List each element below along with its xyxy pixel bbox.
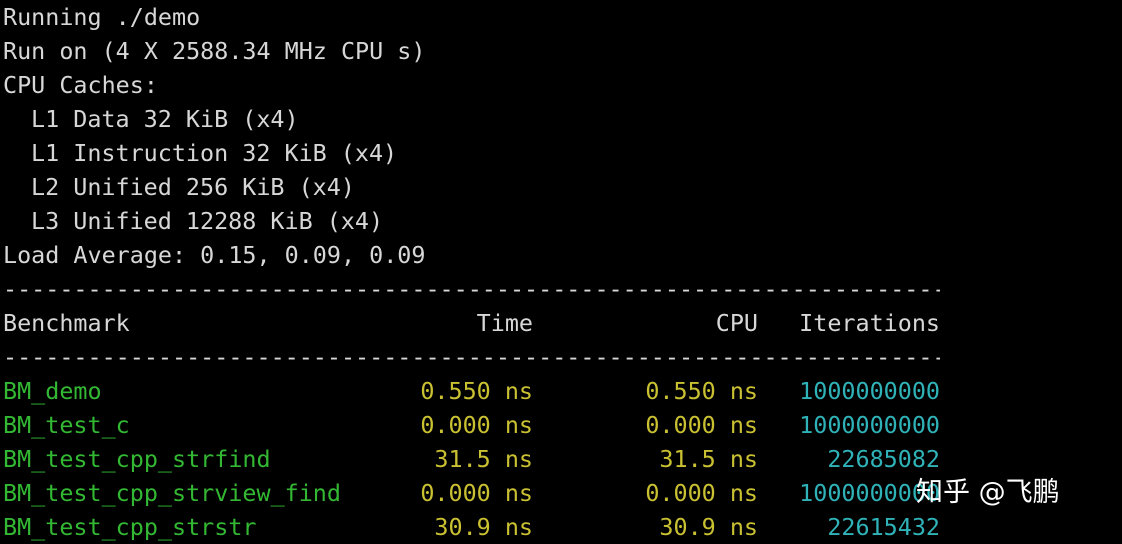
column-header-iterations: Iterations bbox=[799, 309, 940, 337]
separator-bottom: ----------------------------------------… bbox=[3, 343, 940, 371]
benchmark-name: BM_test_cpp_strstr bbox=[3, 513, 257, 541]
benchmark-iterations: 1000000000 bbox=[799, 377, 940, 405]
terminal-output: Running ./demo Run on (4 X 2588.34 MHz C… bbox=[3, 0, 1122, 542]
column-header-benchmark: Benchmark bbox=[3, 309, 130, 337]
benchmark-iterations: 22615432 bbox=[827, 513, 940, 541]
benchmark-time: 0.000 ns bbox=[420, 411, 533, 439]
benchmark-time: 31.5 ns bbox=[434, 445, 533, 473]
column-header-time: Time bbox=[476, 309, 533, 337]
benchmark-time: 0.000 ns bbox=[420, 479, 533, 507]
benchmark-time: 30.9 ns bbox=[434, 513, 533, 541]
benchmark-time: 0.550 ns bbox=[420, 377, 533, 405]
cache-l1-data: L1 Data 32 KiB (x4) bbox=[31, 105, 299, 133]
cache-l2-unified: L2 Unified 256 KiB (x4) bbox=[31, 173, 355, 201]
benchmark-name: BM_demo bbox=[3, 377, 102, 405]
benchmark-name: BM_test_cpp_strfind bbox=[3, 445, 271, 473]
benchmark-cpu: 0.000 ns bbox=[645, 479, 758, 507]
running-line: Running ./demo bbox=[3, 3, 201, 31]
benchmark-cpu: 31.5 ns bbox=[659, 445, 758, 473]
benchmark-name: BM_test_cpp_strview_find bbox=[3, 479, 341, 507]
load-average-line: Load Average: 0.15, 0.09, 0.09 bbox=[3, 241, 426, 269]
zhihu-watermark: 知乎 @飞鹏 bbox=[916, 477, 1060, 508]
benchmark-cpu: 0.000 ns bbox=[645, 411, 758, 439]
run-on-line: Run on (4 X 2588.34 MHz CPU s) bbox=[3, 37, 426, 65]
table-row: BM_test_c 0.000 ns 0.000 ns 1000000000 bbox=[3, 408, 1122, 442]
benchmark-cpu: 30.9 ns bbox=[659, 513, 758, 541]
cache-l1-instruction: L1 Instruction 32 KiB (x4) bbox=[31, 139, 398, 167]
cache-l3-unified: L3 Unified 12288 KiB (x4) bbox=[31, 207, 384, 235]
table-header-row: Benchmark Time CPU Iterations bbox=[3, 306, 1122, 340]
column-header-cpu: CPU bbox=[715, 309, 758, 337]
table-row: BM_test_cpp_strstr 30.9 ns 30.9 ns 22615… bbox=[3, 510, 1122, 544]
separator-top: ----------------------------------------… bbox=[3, 275, 940, 303]
benchmark-iterations: 1000000000 bbox=[799, 411, 940, 439]
benchmark-iterations: 22685082 bbox=[827, 445, 940, 473]
table-row: BM_test_cpp_strfind 31.5 ns 31.5 ns 2268… bbox=[3, 442, 1122, 476]
cpu-caches-title: CPU Caches: bbox=[3, 71, 158, 99]
benchmark-cpu: 0.550 ns bbox=[645, 377, 758, 405]
table-row: BM_demo 0.550 ns 0.550 ns 1000000000 bbox=[3, 374, 1122, 408]
benchmark-name: BM_test_c bbox=[3, 411, 130, 439]
